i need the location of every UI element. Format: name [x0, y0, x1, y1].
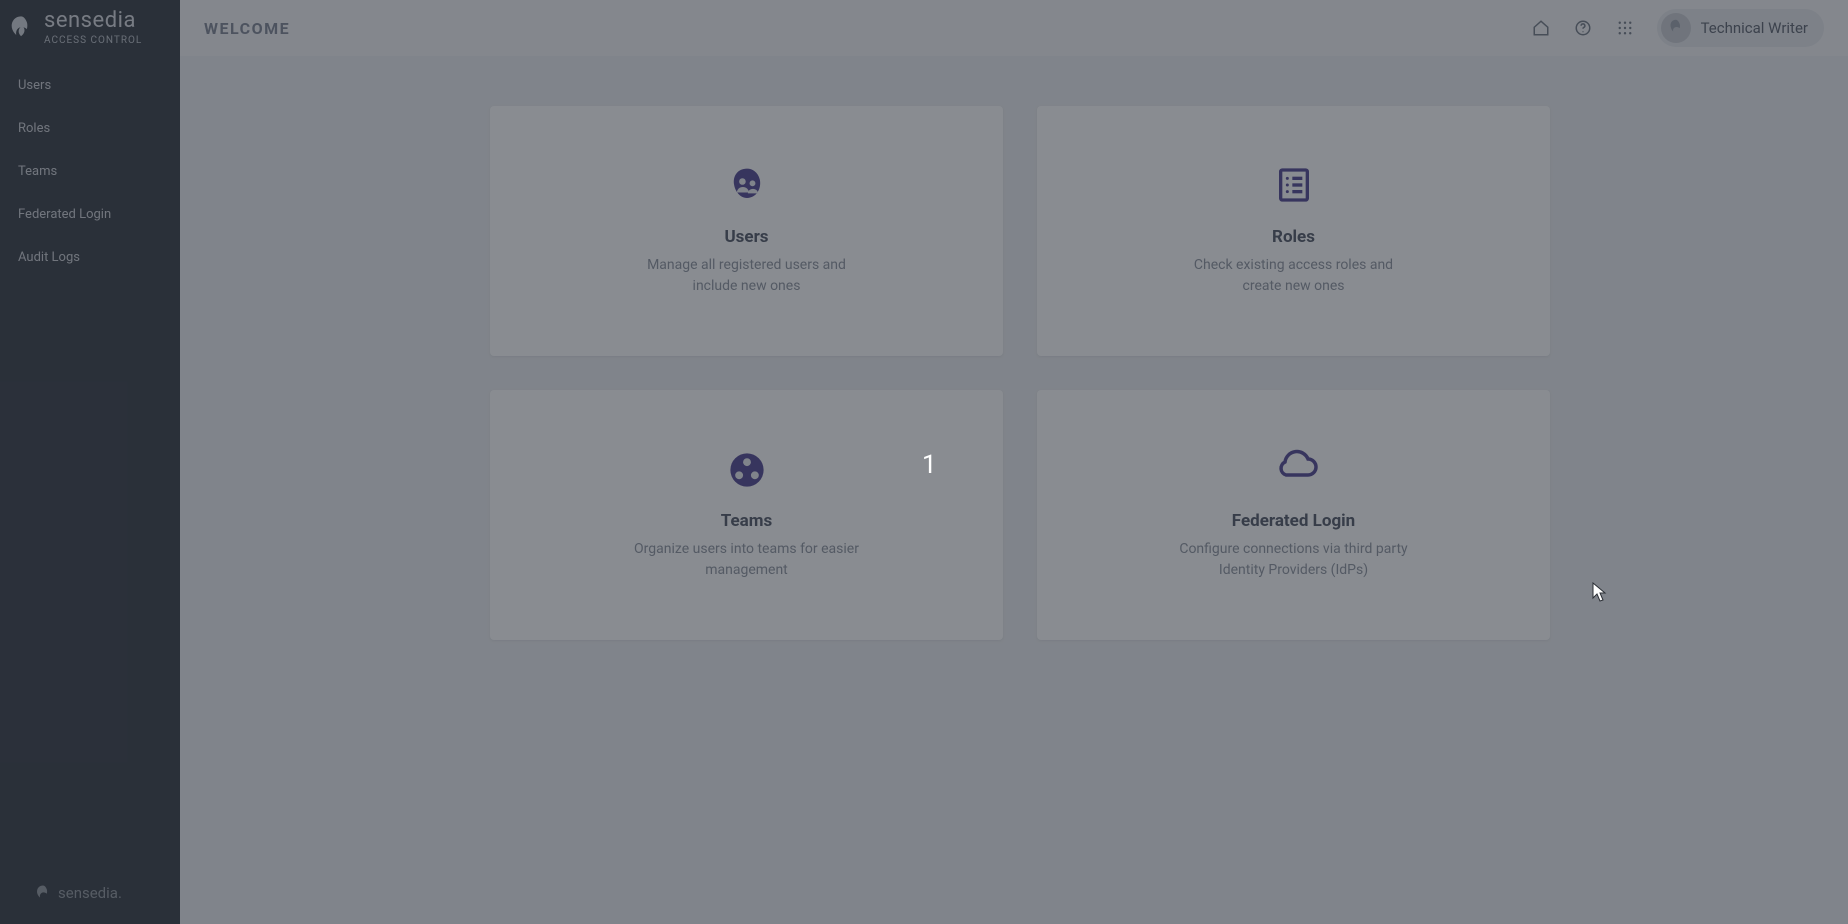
brand: sensedia ACCESS CONTROL [0, 0, 180, 46]
card-desc: Organize users into teams for easier man… [627, 539, 867, 581]
main: Users Manage all registered users and in… [180, 56, 1848, 924]
card-federated-login[interactable]: Federated Login Configure connections vi… [1037, 390, 1550, 640]
sidebar-footer: sensedia. [0, 870, 180, 924]
list-icon [1272, 165, 1316, 209]
app-root: sensedia ACCESS CONTROL Users Roles Team… [0, 0, 1848, 924]
card-title: Users [724, 227, 768, 247]
user-chip[interactable]: Technical Writer [1657, 9, 1824, 47]
home-icon[interactable] [1531, 18, 1551, 38]
sidebar-item-label: Federated Login [18, 207, 111, 222]
footer-brand-text: sensedia. [58, 884, 122, 902]
card-desc: Manage all registered users and include … [627, 255, 867, 297]
sidebar: sensedia ACCESS CONTROL Users Roles Team… [0, 0, 180, 924]
sidebar-item-federated-login[interactable]: Federated Login [0, 193, 180, 236]
card-title: Federated Login [1232, 511, 1355, 531]
card-roles[interactable]: Roles Check existing access roles and cr… [1037, 106, 1550, 356]
brand-logo-icon [6, 13, 36, 43]
header: WELCOME [180, 0, 1848, 56]
sidebar-item-label: Audit Logs [18, 250, 80, 265]
user-name: Technical Writer [1701, 19, 1808, 37]
sidebar-nav: Users Roles Teams Federated Login Audit … [0, 64, 180, 279]
teams-icon [725, 449, 769, 493]
help-icon[interactable] [1573, 18, 1593, 38]
card-title: Teams [721, 511, 773, 531]
card-grid: Users Manage all registered users and in… [490, 106, 1550, 640]
sidebar-item-teams[interactable]: Teams [0, 150, 180, 193]
sidebar-item-users[interactable]: Users [0, 64, 180, 107]
card-users[interactable]: Users Manage all registered users and in… [490, 106, 1003, 356]
brand-text: sensedia ACCESS CONTROL [44, 10, 142, 46]
sidebar-item-roles[interactable]: Roles [0, 107, 180, 150]
brand-subtitle: ACCESS CONTROL [44, 36, 142, 46]
sidebar-item-label: Roles [18, 121, 50, 136]
apps-grid-icon[interactable] [1615, 18, 1635, 38]
card-desc: Check existing access roles and create n… [1174, 255, 1414, 297]
users-icon [725, 165, 769, 209]
header-right: Technical Writer [1531, 9, 1824, 47]
brand-name: sensedia [44, 10, 142, 32]
card-desc: Configure connections via third party Id… [1174, 539, 1414, 581]
card-title: Roles [1272, 227, 1315, 247]
sidebar-item-label: Users [18, 78, 51, 93]
avatar [1661, 13, 1691, 43]
page-title: WELCOME [204, 19, 290, 38]
card-teams[interactable]: Teams Organize users into teams for easi… [490, 390, 1003, 640]
sidebar-item-label: Teams [18, 164, 57, 179]
footer-logo-icon [34, 884, 52, 902]
cloud-icon [1272, 449, 1316, 493]
sidebar-item-audit-logs[interactable]: Audit Logs [0, 236, 180, 279]
